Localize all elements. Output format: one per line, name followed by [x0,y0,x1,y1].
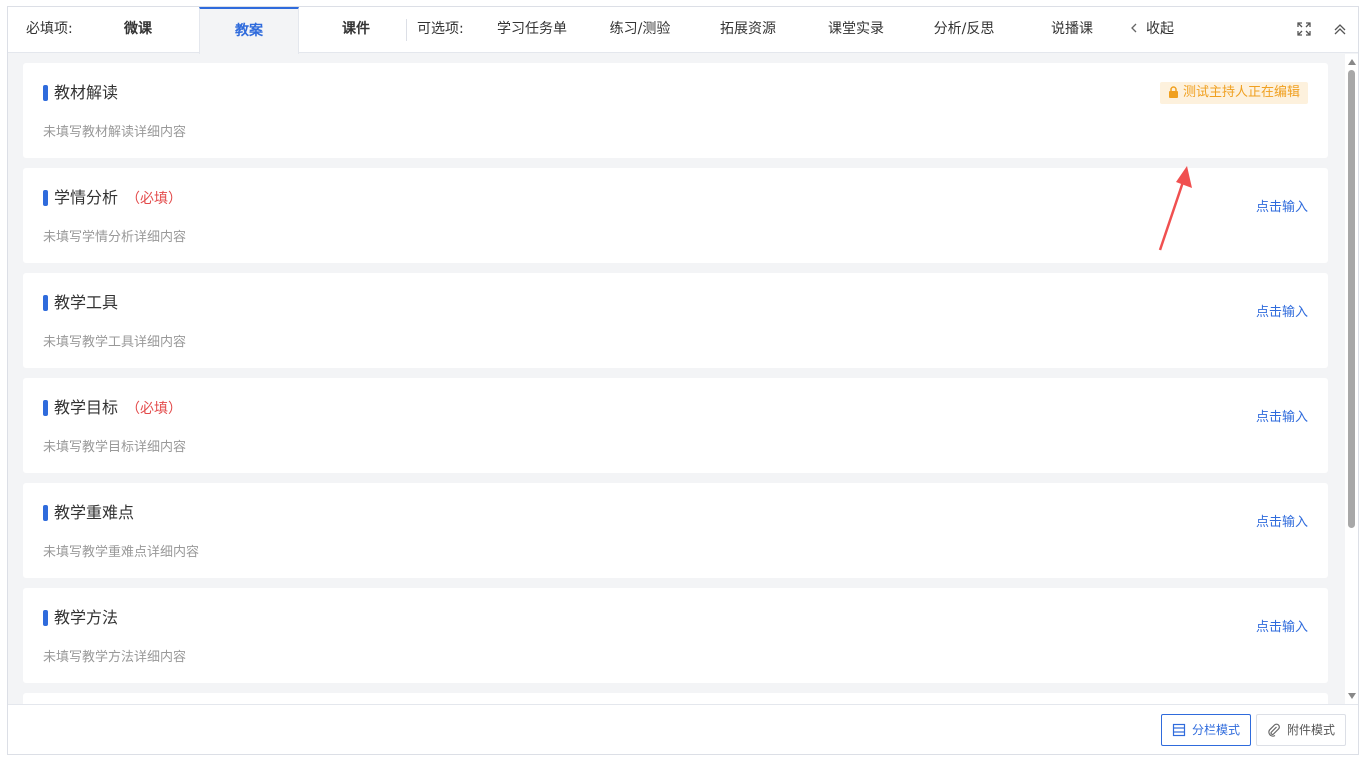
section-desc: 未填写教学工具详细内容 [43,335,187,350]
section-card: 教学方法 未填写教学方法详细内容 点击输入 [23,588,1328,683]
optional-label: 可选项: [417,21,464,37]
vertical-scrollbar[interactable] [1345,54,1358,704]
divider [406,19,407,41]
click-to-input-link[interactable]: 点击输入 [1256,511,1308,530]
tab-extended-resources[interactable]: 拓展资源 [704,7,792,53]
section-marker [43,295,48,311]
scroll-thumb[interactable] [1348,70,1355,528]
click-to-input-link[interactable]: 点击输入 [1256,301,1308,320]
lesson-editor: 必填项: 微课 教案 课件 可选项: 学习任务单 练习/测验 拓展资源 课堂实录… [7,6,1359,755]
tab-analysis-reflection[interactable]: 分析/反思 [920,7,1008,53]
section-desc: 未填写教学方法详细内容 [43,650,187,665]
column-mode-button[interactable]: 分栏模式 [1161,714,1252,746]
tab-micro-lesson[interactable]: 微课 [103,7,173,53]
section-card: 教学重难点 未填写教学重难点详细内容 点击输入 [23,483,1328,578]
scroll-down-arrow[interactable] [1348,693,1356,699]
columns-icon [1172,723,1186,737]
section-marker [43,400,48,416]
section-card: 学情分析 （必填） 未填写学情分析详细内容 点击输入 [23,168,1328,263]
editing-lock-badge: 测试主持人正在编辑 [1159,82,1308,104]
section-title: 教学重难点 [54,503,135,522]
tab-exercise[interactable]: 练习/测验 [596,7,684,53]
click-to-input-link[interactable]: 点击输入 [1256,616,1308,635]
section-title: 学情分析 （必填） [54,188,183,207]
section-desc: 未填写学情分析详细内容 [43,230,187,245]
lock-icon [1168,86,1178,98]
section-card-partial [23,693,1328,704]
tab-bar: 必填项: 微课 教案 课件 可选项: 学习任务单 练习/测验 拓展资源 课堂实录… [8,7,1358,54]
tab-task-sheet[interactable]: 学习任务单 [488,7,576,53]
section-title: 教学方法 [54,608,119,627]
section-card: 教材解读 未填写教材解读详细内容 测试主持人正在编辑 [23,63,1328,158]
section-title: 教材解读 [54,83,119,102]
section-card: 教学目标 （必填） 未填写教学目标详细内容 点击输入 [23,378,1328,473]
section-marker [43,190,48,206]
collapse-label: 收起 [1146,21,1174,37]
click-to-input-link[interactable]: 点击输入 [1256,406,1308,425]
footer-bar: 分栏模式 附件模式 [8,704,1358,754]
collapse-up-icon[interactable] [1332,21,1348,37]
chevron-left-icon [1130,7,1138,51]
section-title: 教学工具 [54,293,119,312]
required-label: 必填项: [26,21,73,37]
scroll-up-arrow[interactable] [1348,59,1356,65]
section-marker [43,85,48,101]
tab-lesson-plan[interactable]: 教案 [199,7,299,54]
section-title: 教学目标 （必填） [54,398,183,417]
collapse-button[interactable]: 收起 [1130,7,1174,53]
tab-lesson-talk[interactable]: 说播课 [1028,7,1116,53]
fullscreen-icon[interactable] [1296,21,1312,37]
section-desc: 未填写教学目标详细内容 [43,440,187,455]
tab-courseware[interactable]: 课件 [321,7,391,53]
tab-classroom-record[interactable]: 课堂实录 [812,7,900,53]
section-desc: 未填写教学重难点详细内容 [43,545,200,560]
sections-list: 教材解读 未填写教材解读详细内容 测试主持人正在编辑 学情分析 （必填） 未填写学… [8,54,1344,704]
section-marker [43,505,48,521]
section-card: 教学工具 未填写教学工具详细内容 点击输入 [23,273,1328,368]
section-desc: 未填写教材解读详细内容 [43,125,187,140]
annotation-arrow [1158,166,1192,251]
section-marker [43,610,48,626]
attachment-mode-button[interactable]: 附件模式 [1256,714,1347,746]
click-to-input-link[interactable]: 点击输入 [1256,196,1308,215]
paperclip-icon [1268,723,1280,737]
